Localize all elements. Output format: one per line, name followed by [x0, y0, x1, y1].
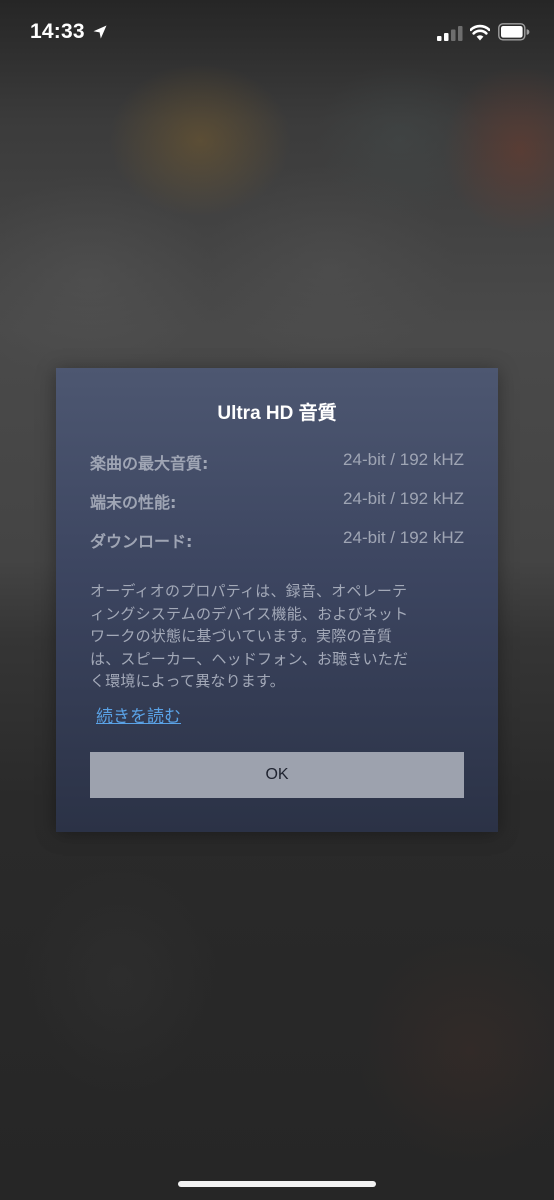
description-line: オーディオのプロパティは、録音、オペレーテ — [90, 582, 408, 600]
spec-value: 24-bit / 192 kHZ — [343, 489, 464, 508]
spec-label: 楽曲の最大音質: — [90, 454, 209, 473]
description-line: ィングシステムのデバイス機能、およびネット — [90, 604, 409, 623]
status-time: 14:33 — [30, 20, 85, 43]
spec-label: ダウンロード: — [90, 532, 193, 551]
dialog-description: オーディオのプロパティは、録音、オペレーテ ィングシステムのデバイス機能、および… — [90, 580, 466, 693]
spec-row-download: ダウンロード: 24-bit / 192 kHZ — [90, 528, 464, 552]
spec-label: 端末の性能: — [90, 493, 177, 512]
home-indicator[interactable] — [178, 1181, 376, 1187]
ultra-hd-dialog: Ultra HD 音質 楽曲の最大音質: 24-bit / 192 kHZ 端末… — [56, 368, 498, 832]
dialog-title: Ultra HD 音質 — [217, 403, 337, 424]
status-bar: 14:33 — [0, 0, 554, 64]
read-more-link[interactable]: 続きを読む — [96, 702, 181, 727]
spec-row-device-capability: 端末の性能: 24-bit / 192 kHZ — [90, 489, 464, 513]
cellular-signal-icon — [437, 26, 463, 41]
wifi-icon — [470, 24, 490, 41]
spec-row-max-quality: 楽曲の最大音質: 24-bit / 192 kHZ — [90, 450, 464, 474]
description-line: く環境によって異なります。 — [90, 672, 285, 690]
spec-value: 24-bit / 192 kHZ — [343, 450, 464, 469]
ok-button[interactable]: OK — [90, 752, 464, 798]
location-arrow-icon — [93, 25, 107, 39]
battery-icon — [498, 23, 530, 41]
description-line: ワークの状態に基づいています。実際の音質 — [90, 627, 393, 645]
description-line: は、スピーカー、ヘッドフォン、お聴きいただ — [90, 649, 409, 668]
spec-value: 24-bit / 192 kHZ — [343, 528, 464, 547]
